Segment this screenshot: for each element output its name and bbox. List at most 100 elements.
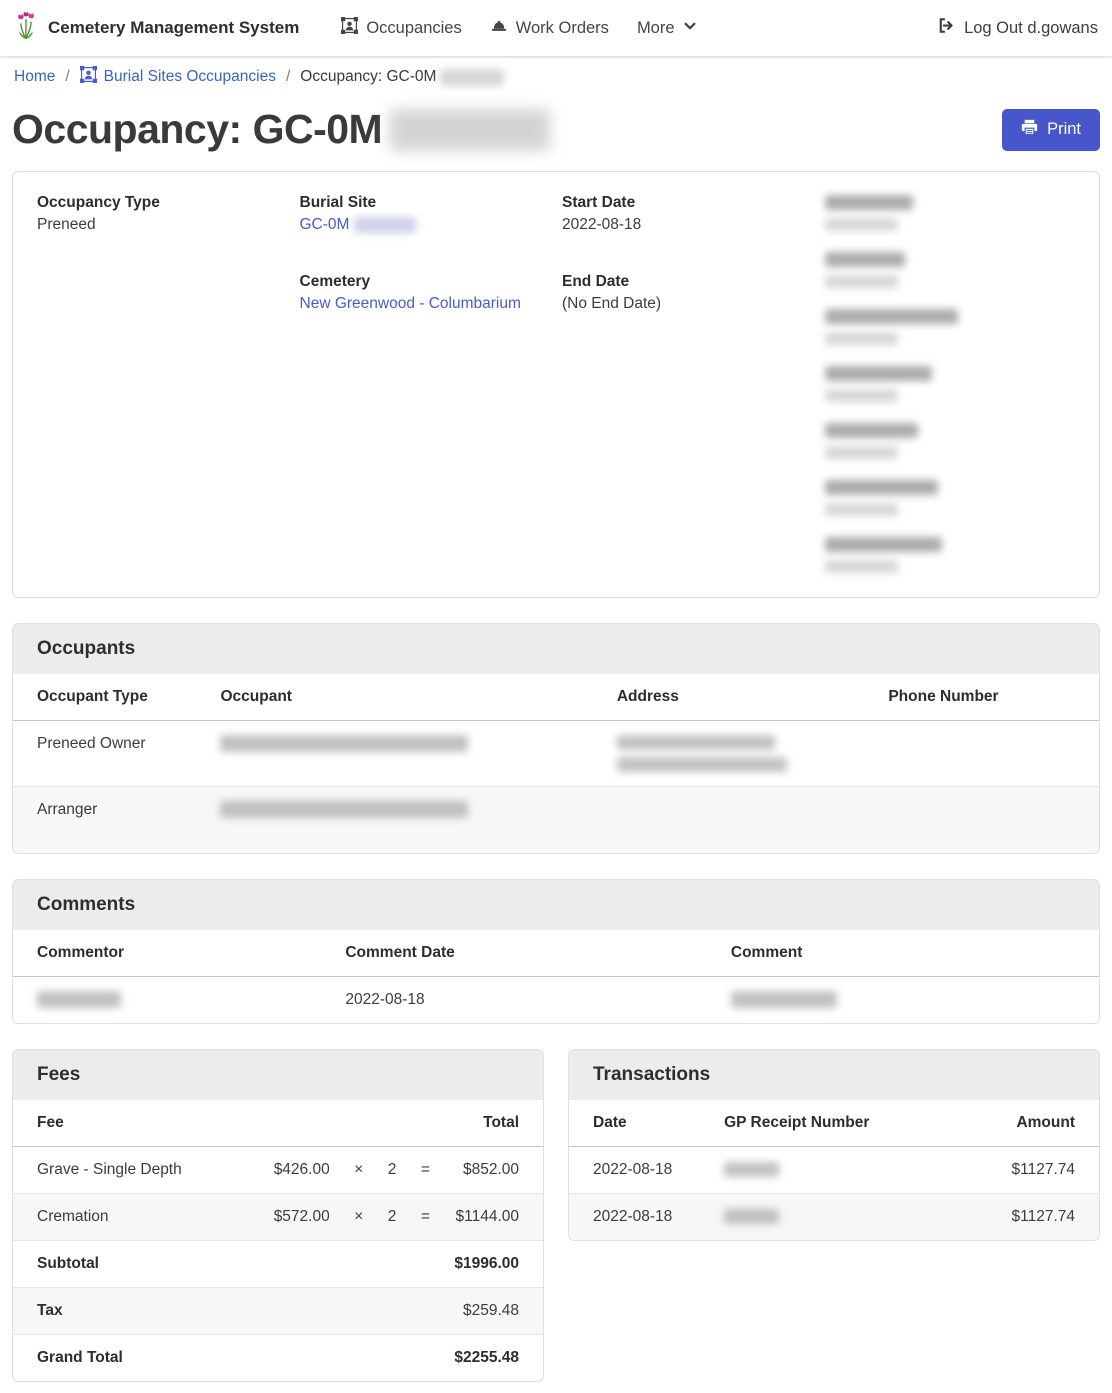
occupants-table: Occupant Type Occupant Address Phone Num… (13, 674, 1099, 853)
hard-hat-icon (490, 17, 508, 39)
page-title: Occupancy: GC-0M (12, 106, 550, 153)
occupants-title: Occupants (13, 624, 1099, 674)
person-bounding-box-icon (341, 17, 358, 39)
nav-item-more[interactable]: More (637, 19, 697, 38)
details-column-2: Burial Site GC-0M Cemetery New Greenwood… (300, 192, 551, 591)
nav-item-label: More (637, 19, 675, 38)
column-header: Phone Number (876, 674, 1099, 721)
redacted-value (825, 332, 898, 345)
equals-sign: = (408, 1147, 442, 1194)
redacted-value (825, 389, 898, 402)
equals-sign: = (408, 1194, 442, 1241)
redacted-field (825, 306, 1076, 350)
transactions-table: Date GP Receipt Number Amount 2022-08-18… (569, 1100, 1099, 1240)
logout-icon (938, 17, 955, 39)
address-cell (605, 721, 877, 787)
redacted-label (825, 366, 932, 381)
redacted-field (825, 534, 1076, 578)
redacted-field (825, 477, 1076, 521)
nav-item-work-orders[interactable]: Work Orders (490, 17, 609, 39)
multiply-sign: × (342, 1194, 376, 1241)
print-button[interactable]: Print (1002, 109, 1100, 151)
redacted-text (220, 735, 468, 752)
comments-card: Comments Commentor Comment Date Comment … (12, 879, 1100, 1024)
column-header: GP Receipt Number (712, 1100, 951, 1147)
field-end-date: End Date (No End Date) (562, 271, 813, 315)
redacted-label (825, 537, 942, 552)
grand-total-value: $2255.48 (442, 1335, 543, 1382)
tax-label: Tax (13, 1288, 262, 1335)
nav-item-label: Occupancies (366, 19, 461, 38)
amount-cell: $1127.74 (951, 1194, 1099, 1241)
field-value: 2022-08-18 (562, 214, 813, 236)
column-header: Comment (719, 930, 1099, 977)
table-row: 2022-08-18 $1127.74 (569, 1147, 1099, 1194)
subtotal-row: Subtotal $1996.00 (13, 1241, 543, 1288)
redacted-label (825, 309, 958, 324)
fee-total-cell: $1144.00 (442, 1194, 543, 1241)
redacted-field (825, 192, 1076, 236)
transaction-date-cell: 2022-08-18 (569, 1194, 712, 1241)
chevron-down-icon (683, 19, 697, 38)
field-cemetery: Cemetery New Greenwood - Columbarium (300, 271, 551, 315)
redacted-text (390, 109, 550, 151)
redacted-text (220, 801, 468, 818)
breadcrumb-occupancies-link[interactable]: Burial Sites Occupancies (80, 66, 276, 88)
field-value: (No End Date) (562, 293, 813, 315)
column-header: Address (605, 674, 877, 721)
fees-title: Fees (13, 1050, 543, 1100)
column-header: Amount (951, 1100, 1099, 1147)
redacted-value (825, 218, 898, 231)
redacted-value (825, 275, 898, 288)
table-row: Cremation $572.00 × 2 = $1144.00 (13, 1194, 543, 1241)
subtotal-label: Subtotal (13, 1241, 262, 1288)
redacted-label (825, 423, 918, 438)
breadcrumb-home-link[interactable]: Home (14, 68, 55, 86)
redacted-value (825, 446, 898, 459)
field-label: Burial Site (300, 192, 551, 214)
comments-table: Commentor Comment Date Comment 2022-08-1… (13, 930, 1099, 1023)
redacted-label (825, 480, 938, 495)
logout-label: Log Out d.gowans (964, 19, 1098, 38)
fee-quantity-cell: 2 (376, 1147, 409, 1194)
top-navbar: Cemetery Management System Occupancies (0, 0, 1112, 56)
table-row: Arranger (13, 787, 1099, 854)
field-label: Start Date (562, 192, 813, 214)
redacted-value (825, 503, 898, 516)
field-label: End Date (562, 271, 813, 293)
occupant-cell (208, 721, 604, 787)
occupancy-details-card: Occupancy Type Preneed Burial Site GC-0M… (12, 171, 1100, 598)
transaction-date-cell: 2022-08-18 (569, 1147, 712, 1194)
redacted-text (731, 991, 837, 1008)
cemetery-link[interactable]: New Greenwood - Columbarium (300, 295, 521, 312)
burial-site-link[interactable]: GC-0M (300, 216, 350, 233)
logout-button[interactable]: Log Out d.gowans (938, 17, 1098, 39)
app-brand[interactable]: Cemetery Management System (14, 11, 299, 46)
tulip-logo-icon (14, 11, 38, 46)
multiply-sign: × (342, 1147, 376, 1194)
breadcrumb-separator: / (65, 68, 69, 86)
column-header: Comment Date (333, 930, 719, 977)
redacted-text (440, 69, 504, 86)
nav-item-occupancies[interactable]: Occupancies (341, 17, 461, 39)
fee-total-cell: $852.00 (442, 1147, 543, 1194)
redacted-field (825, 420, 1076, 464)
column-header: Occupant Type (13, 674, 208, 721)
phone-cell (876, 787, 1099, 854)
transactions-card: Transactions Date GP Receipt Number Amou… (568, 1049, 1100, 1241)
breadcrumb: Home / Burial Sites Occupancies / Occupa… (0, 56, 1112, 96)
field-occupancy-type: Occupancy Type Preneed (37, 192, 288, 236)
amount-cell: $1127.74 (951, 1147, 1099, 1194)
grand-total-row: Grand Total $2255.48 (13, 1335, 543, 1382)
print-label: Print (1047, 120, 1081, 139)
comment-cell (719, 977, 1099, 1024)
fee-quantity-cell: 2 (376, 1194, 409, 1241)
redacted-text (617, 735, 775, 750)
column-header: Fee (13, 1100, 262, 1147)
commentor-cell (13, 977, 333, 1024)
fees-card: Fees Fee Total Grave - Single Depth (12, 1049, 544, 1382)
details-column-1: Occupancy Type Preneed (37, 192, 288, 591)
details-column-3: Start Date 2022-08-18 End Date (No End D… (562, 192, 813, 591)
tax-value: $259.48 (442, 1288, 543, 1335)
breadcrumb-occupancies-label: Burial Sites Occupancies (104, 68, 276, 86)
